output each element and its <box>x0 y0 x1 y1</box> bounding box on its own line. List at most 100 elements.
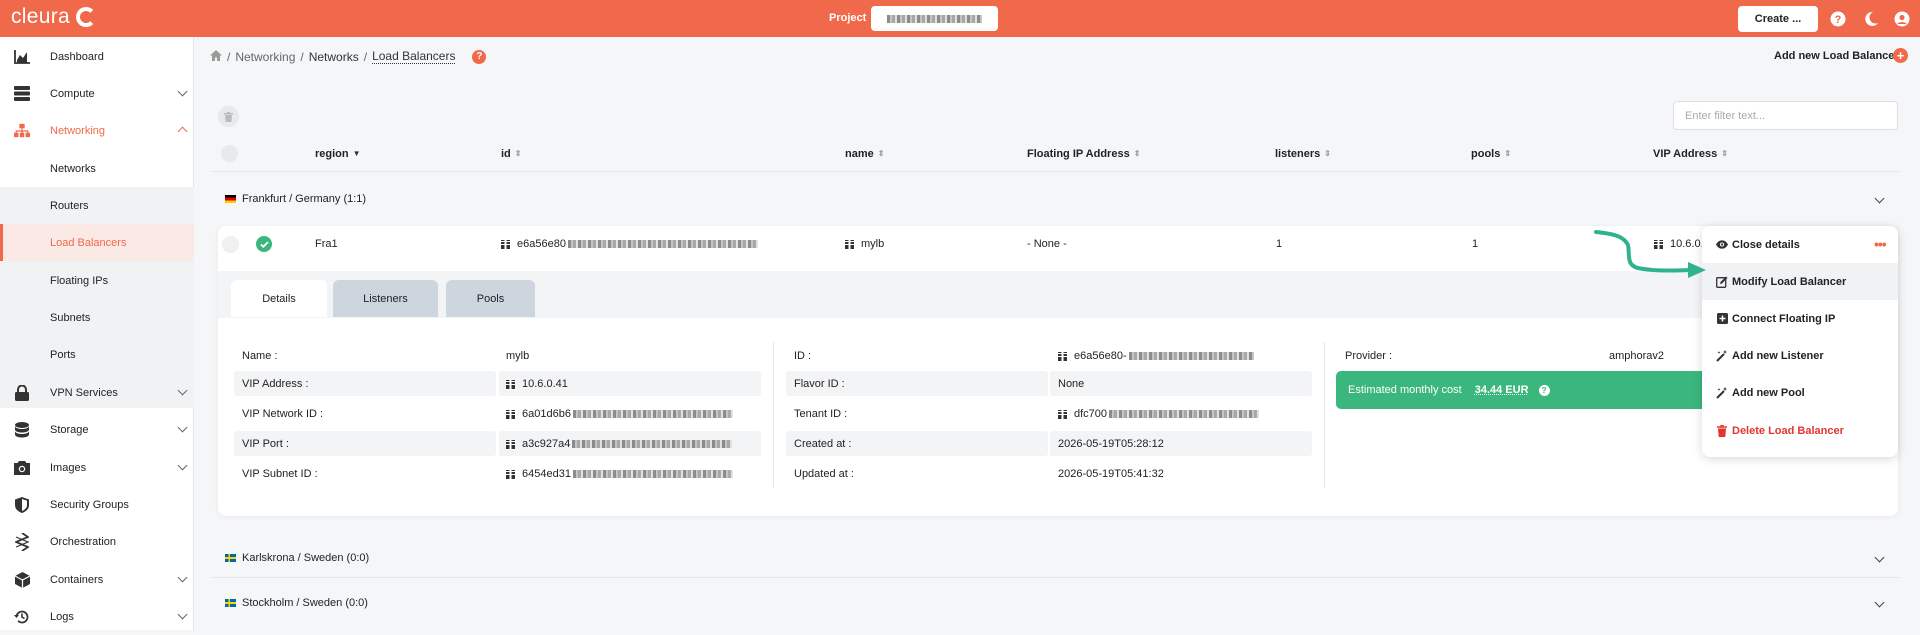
sidebar-item-networking[interactable]: Networking <box>0 112 194 149</box>
trash-icon <box>224 111 233 122</box>
annotation-arrow-icon <box>1594 230 1706 278</box>
column-header-region[interactable]: region ▼ <box>315 148 361 160</box>
detail-value-tenant-id[interactable]: dfc700 <box>1058 408 1260 420</box>
detail-label-vip-address: VIP Address : <box>242 378 309 390</box>
tab-listeners[interactable]: Listeners <box>333 280 438 317</box>
detail-value-vip-address[interactable]: 10.6.0.41 <box>506 378 568 390</box>
tab-pools[interactable]: Pools <box>446 280 535 317</box>
sidebar-subitem-load-balancers[interactable]: Load Balancers <box>0 224 194 261</box>
dark-mode-icon[interactable] <box>1862 10 1879 27</box>
detail-row-bg <box>1050 371 1312 396</box>
breadcrumb-load-balancers: Load Balancers <box>372 49 456 64</box>
copy-grid-icon <box>506 439 515 450</box>
breadcrumb-networks[interactable]: Networks <box>309 50 359 64</box>
sidebar-item-containers[interactable]: Containers <box>0 561 194 598</box>
copy-grid-icon <box>506 379 515 390</box>
column-header-listeners[interactable]: listeners ⇕ <box>1275 148 1331 160</box>
row-name[interactable]: mylb <box>845 238 884 250</box>
copy-grid-icon <box>506 469 515 480</box>
help-icon[interactable]: ? <box>1829 10 1846 27</box>
detail-value-updated-at: 2026-05-19T05:41:32 <box>1058 468 1164 480</box>
column-header-floating-ip[interactable]: Floating IP Address ⇕ <box>1027 148 1140 160</box>
sidebar-item-security-groups[interactable]: Security Groups <box>0 486 194 523</box>
column-header-vip-address[interactable]: VIP Address ⇕ <box>1653 148 1728 160</box>
home-icon[interactable] <box>210 49 222 64</box>
menu-item-delete-load-balancer[interactable]: Delete Load Balancer <box>1702 412 1898 449</box>
sidebar-item-images[interactable]: Images <box>0 449 194 486</box>
estimated-cost-banner: Estimated monthly cost 34.44 EUR ? <box>1336 371 1748 409</box>
select-all-checkbox[interactable] <box>221 145 238 162</box>
sidebar-subitem-networks[interactable]: Networks <box>0 150 194 187</box>
column-header-name[interactable]: name ⇕ <box>845 148 884 160</box>
column-header-id[interactable]: id ⇕ <box>501 148 521 160</box>
sidebar-subitem-label: Load Balancers <box>50 236 127 249</box>
redacted-id <box>572 440 733 448</box>
more-options-icon[interactable]: ••• <box>1874 236 1887 252</box>
tab-details[interactable]: Details <box>231 280 327 317</box>
column-header-pools[interactable]: pools ⇕ <box>1471 148 1511 160</box>
row-id[interactable]: e6a56e80 <box>501 238 758 250</box>
create-button[interactable]: Create ... <box>1738 6 1818 32</box>
breadcrumb-networking[interactable]: Networking <box>235 50 295 64</box>
copy-grid-icon <box>1058 409 1067 420</box>
menu-item-connect-floating-ip[interactable]: Connect Floating IP <box>1702 300 1898 337</box>
sidebar-subitem-label: Subnets <box>50 311 91 324</box>
detail-value-id[interactable]: e6a56e80- <box>1058 350 1254 362</box>
chevron-down-icon[interactable] <box>1874 597 1885 608</box>
region-group-stockholm[interactable]: Stockholm / Sweden (0:0) <box>225 597 368 609</box>
delete-selected-button[interactable] <box>218 106 239 127</box>
detail-label-vip-port: VIP Port : <box>242 438 289 450</box>
menu-item-add-new-pool[interactable]: Add new Pool <box>1702 374 1898 411</box>
divider <box>210 577 1900 578</box>
sidebar-item-logs[interactable]: Logs <box>0 598 194 635</box>
chevron-up-icon <box>177 126 188 137</box>
sidebar-item-label: Storage <box>50 423 89 436</box>
sidebar-subitem-ports[interactable]: Ports <box>0 336 194 373</box>
magic-wand-icon <box>1716 386 1728 399</box>
chevron-down-icon[interactable] <box>1874 193 1885 204</box>
sidebar-subitem-subnets[interactable]: Subnets <box>0 299 194 336</box>
sort-desc-icon: ▼ <box>352 149 361 158</box>
sidebar-subitem-label: Ports <box>50 348 76 361</box>
detail-value-provider: amphorav2 <box>1609 350 1665 362</box>
sidebar-item-dashboard[interactable]: Dashboard <box>0 38 194 75</box>
region-group-karlskrona[interactable]: Karlskrona / Sweden (0:0) <box>225 552 369 564</box>
sort-icon: ⇕ <box>1504 149 1512 158</box>
sidebar-item-vpn-services[interactable]: VPN Services <box>0 374 194 411</box>
add-new-load-balancer-link[interactable]: Add new Load Balancer <box>1774 50 1899 62</box>
row-checkbox[interactable] <box>222 236 239 253</box>
chevron-down-icon <box>177 460 188 471</box>
sidebar-subitem-routers[interactable]: Routers <box>0 187 194 224</box>
germany-flag-icon <box>225 195 236 203</box>
plus-icon[interactable]: + <box>1893 48 1908 63</box>
menu-item-modify-load-balancer[interactable]: Modify Load Balancer <box>1702 263 1898 300</box>
sidebar-item-label: Security Groups <box>50 498 129 511</box>
detail-value-vip-subnet-id[interactable]: 6454ed31 <box>506 468 733 480</box>
filter-input[interactable] <box>1673 101 1898 130</box>
sidebar-item-orchestration[interactable]: Orchestration <box>0 523 194 560</box>
detail-value-vip-port[interactable]: a3c927a4 <box>506 438 733 450</box>
chevron-down-icon[interactable] <box>1874 552 1885 563</box>
cleura-logo[interactable]: cleura <box>11 5 96 29</box>
row-listeners: 1 <box>1276 238 1283 250</box>
sidebar-item-compute[interactable]: Compute <box>0 75 194 112</box>
database-icon <box>14 421 30 438</box>
project-selector[interactable] <box>871 6 998 31</box>
menu-item-close-details[interactable]: Close details <box>1702 226 1898 263</box>
detail-value-name: mylb <box>506 350 530 362</box>
cost-value[interactable]: 34.44 EUR <box>1475 384 1529 396</box>
row-floating-ip: - None - <box>1027 238 1067 250</box>
help-icon[interactable]: ? <box>1538 384 1550 396</box>
sidebar-item-storage[interactable]: Storage <box>0 411 194 448</box>
project-label: Project <box>829 12 867 24</box>
menu-item-add-new-listener[interactable]: Add new Listener <box>1702 337 1898 374</box>
region-group-frankfurt[interactable]: Frankfurt / Germany (1:1) <box>225 193 366 205</box>
row-pools: 1 <box>1472 238 1479 250</box>
sort-icon: ⇕ <box>1324 149 1331 158</box>
sidebar-subitem-floating-ips[interactable]: Floating IPs <box>0 262 194 299</box>
divider <box>773 342 774 488</box>
detail-value-vip-network-id[interactable]: 6a01d6b6 <box>506 408 733 420</box>
cube-icon <box>14 571 30 588</box>
user-avatar-icon[interactable] <box>1893 10 1910 27</box>
help-icon[interactable]: ? <box>472 49 487 64</box>
